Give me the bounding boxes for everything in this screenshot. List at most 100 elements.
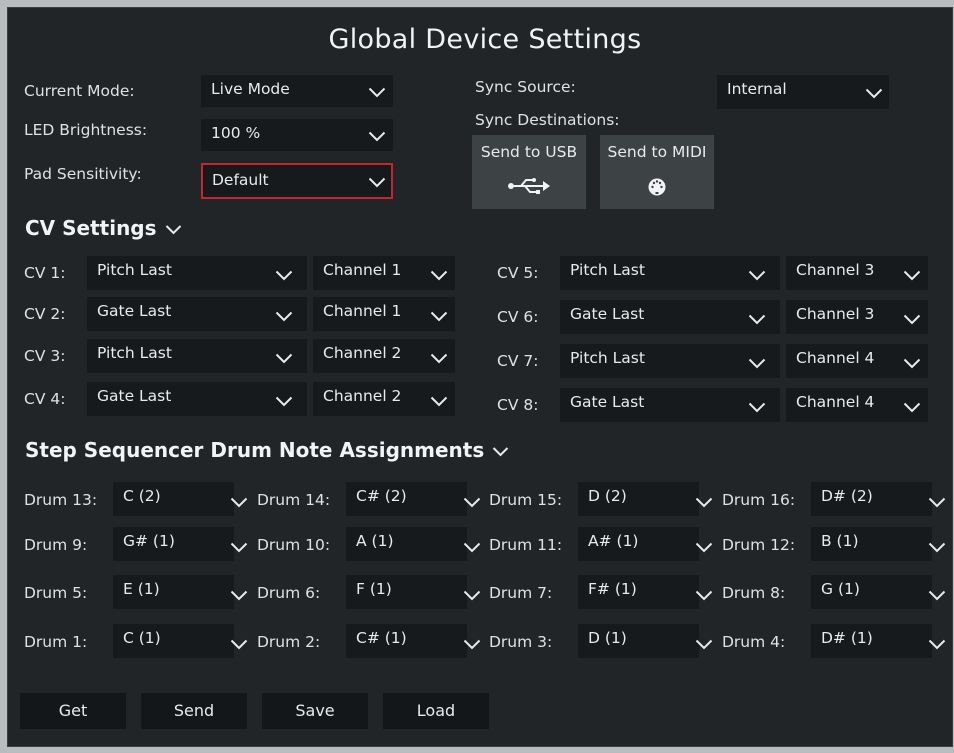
send-to-midi-toggle[interactable]: Send to MIDI	[600, 135, 714, 209]
save-button[interactable]: Save	[262, 693, 368, 729]
cv-7-source-value: Pitch Last	[570, 349, 645, 367]
chevron-down-icon	[230, 639, 248, 650]
cv-7-channel-dropdown[interactable]: Channel 4	[786, 344, 928, 378]
drum-13-note-dropdown[interactable]: C (2)	[113, 482, 248, 516]
cv-2-label: CV 2:	[24, 305, 66, 323]
cv-7-source-dropdown[interactable]: Pitch Last	[560, 344, 780, 378]
drum-11-note-dropdown[interactable]: A# (1)	[578, 527, 713, 561]
cv-1-channel-dropdown[interactable]: Channel 1	[313, 256, 455, 290]
drum-14-note-value: C# (2)	[356, 487, 407, 505]
drum-note-assignments-title: Step Sequencer Drum Note Assignments	[25, 438, 485, 462]
sync-source-dropdown[interactable]: Internal	[717, 75, 889, 109]
cv-2-channel-dropdown[interactable]: Channel 1	[313, 297, 455, 331]
drum-4-note-dropdown[interactable]: D# (1)	[811, 624, 946, 658]
drum-14-label: Drum 14:	[257, 491, 331, 509]
send-button[interactable]: Send	[141, 693, 247, 729]
cv-5-label: CV 5:	[497, 264, 539, 282]
chevron-down-icon	[430, 270, 448, 281]
cv-3-source-value: Pitch Last	[97, 344, 172, 362]
cv-4-channel-value: Channel 2	[323, 387, 402, 405]
cv-6-channel-value: Channel 3	[796, 305, 875, 323]
chevron-down-icon	[165, 224, 182, 235]
chevron-down-icon	[928, 590, 946, 601]
drum-2-note-dropdown[interactable]: C# (1)	[346, 624, 481, 658]
usb-icon	[472, 177, 586, 195]
cv-3-channel-value: Channel 2	[323, 344, 402, 362]
led-brightness-value: 100 %	[211, 124, 261, 142]
cv-1-source-dropdown[interactable]: Pitch Last	[87, 256, 307, 290]
drum-16-label: Drum 16:	[722, 491, 796, 509]
cv-8-source-dropdown[interactable]: Gate Last	[560, 388, 780, 422]
chevron-down-icon	[275, 353, 293, 364]
chevron-down-icon	[368, 177, 386, 188]
cv-8-channel-dropdown[interactable]: Channel 4	[786, 388, 928, 422]
drum-5-note-value: E (1)	[123, 580, 160, 598]
cv-3-source-dropdown[interactable]: Pitch Last	[87, 339, 307, 373]
cv-2-source-dropdown[interactable]: Gate Last	[87, 297, 307, 331]
drum-9-label: Drum 9:	[24, 536, 88, 554]
drum-4-label: Drum 4:	[722, 633, 786, 651]
drum-1-label: Drum 1:	[24, 633, 88, 651]
cv-6-source-value: Gate Last	[570, 305, 645, 323]
drum-3-note-dropdown[interactable]: D (1)	[578, 624, 713, 658]
drum-15-note-value: D (2)	[588, 487, 627, 505]
chevron-down-icon	[275, 270, 293, 281]
current-mode-dropdown[interactable]: Live Mode	[201, 75, 393, 107]
chevron-down-icon	[695, 590, 713, 601]
cv-7-label: CV 7:	[497, 352, 539, 370]
cv-8-label: CV 8:	[497, 396, 539, 414]
pad-sensitivity-label: Pad Sensitivity:	[24, 165, 142, 183]
chevron-down-icon	[928, 497, 946, 508]
cv-4-source-value: Gate Last	[97, 387, 172, 405]
send-to-midi-label: Send to MIDI	[607, 143, 707, 161]
get-button[interactable]: Get	[20, 693, 126, 729]
drum-11-label: Drum 11:	[489, 536, 563, 554]
chevron-down-icon	[492, 446, 509, 457]
drum-note-assignments-section-header[interactable]: Step Sequencer Drum Note Assignments	[25, 438, 509, 462]
drum-14-note-dropdown[interactable]: C# (2)	[346, 482, 481, 516]
cv-3-label: CV 3:	[24, 347, 66, 365]
cv-4-source-dropdown[interactable]: Gate Last	[87, 382, 307, 416]
cv-6-source-dropdown[interactable]: Gate Last	[560, 300, 780, 334]
drum-9-note-dropdown[interactable]: G# (1)	[113, 527, 248, 561]
drum-8-note-dropdown[interactable]: G (1)	[811, 575, 946, 609]
chevron-down-icon	[463, 542, 481, 553]
cv-4-channel-dropdown[interactable]: Channel 2	[313, 382, 455, 416]
drum-1-note-dropdown[interactable]: C (1)	[113, 624, 248, 658]
drum-11-note-value: A# (1)	[588, 532, 639, 550]
drum-13-note-value: C (2)	[123, 487, 161, 505]
chevron-down-icon	[748, 314, 766, 325]
drum-10-label: Drum 10:	[257, 536, 331, 554]
led-brightness-label: LED Brightness:	[24, 121, 148, 139]
cv-5-source-dropdown[interactable]: Pitch Last	[560, 256, 780, 290]
led-brightness-dropdown[interactable]: 100 %	[201, 119, 393, 151]
drum-15-note-dropdown[interactable]: D (2)	[578, 482, 713, 516]
cv-4-label: CV 4:	[24, 390, 66, 408]
chevron-down-icon	[275, 311, 293, 322]
drum-4-note-value: D# (1)	[821, 629, 873, 647]
chevron-down-icon	[928, 542, 946, 553]
drum-5-note-dropdown[interactable]: E (1)	[113, 575, 248, 609]
cv-6-channel-dropdown[interactable]: Channel 3	[786, 300, 928, 334]
cv-1-channel-value: Channel 1	[323, 261, 402, 279]
drum-10-note-dropdown[interactable]: A (1)	[346, 527, 481, 561]
cv-3-channel-dropdown[interactable]: Channel 2	[313, 339, 455, 373]
current-mode-label: Current Mode:	[24, 82, 135, 100]
current-mode-value: Live Mode	[211, 80, 290, 98]
sync-source-label: Sync Source:	[475, 78, 576, 96]
drum-7-note-dropdown[interactable]: F# (1)	[578, 575, 713, 609]
drum-12-note-dropdown[interactable]: B (1)	[811, 527, 946, 561]
drum-6-note-dropdown[interactable]: F (1)	[346, 575, 481, 609]
load-button[interactable]: Load	[383, 693, 489, 729]
send-to-usb-toggle[interactable]: Send to USB	[472, 135, 586, 209]
cv-5-channel-dropdown[interactable]: Channel 3	[786, 256, 928, 290]
chevron-down-icon	[695, 497, 713, 508]
cv-settings-section-header[interactable]: CV Settings	[25, 216, 182, 240]
chevron-down-icon	[903, 402, 921, 413]
drum-16-note-dropdown[interactable]: D# (2)	[811, 482, 946, 516]
chevron-down-icon	[430, 353, 448, 364]
cv-5-source-value: Pitch Last	[570, 261, 645, 279]
pad-sensitivity-dropdown[interactable]: Default	[201, 163, 393, 199]
chevron-down-icon	[463, 590, 481, 601]
drum-16-note-value: D# (2)	[821, 487, 873, 505]
